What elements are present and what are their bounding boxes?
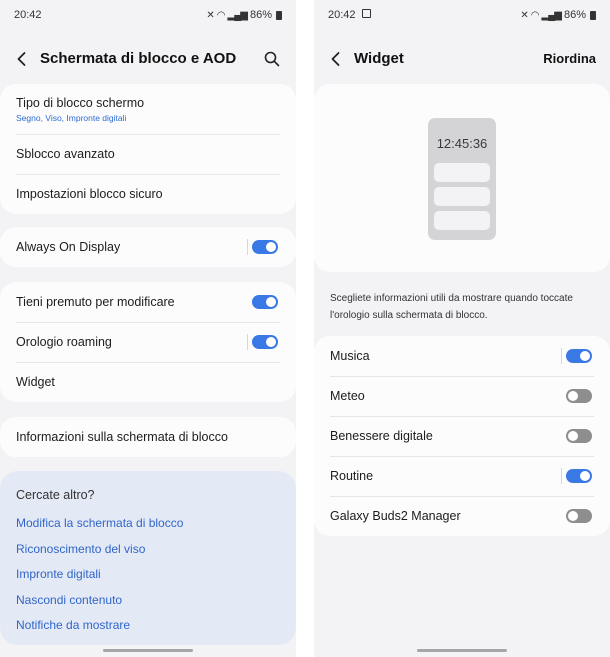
preview-clock: 12:45:36 — [436, 136, 488, 151]
lock-type-item[interactable]: Tipo di blocco schermo Segno, Viso, Impr… — [0, 84, 296, 134]
divider — [561, 348, 562, 364]
lock-settings-card: Tipo di blocco schermo Segno, Viso, Impr… — [0, 84, 296, 214]
lock-type-summary: Segno, Viso, Impronte digitali — [16, 112, 127, 123]
wifi-icon: ◠ — [530, 9, 540, 21]
secure-lock-settings-item[interactable]: Impostazioni blocco sicuro — [0, 174, 296, 214]
divider — [247, 239, 248, 255]
suggestion-link[interactable]: Modifica la schermata di blocco — [16, 511, 280, 537]
suggestions-card: Cercate altro? Modifica la schermata di … — [0, 471, 296, 645]
secure-lock-label: Impostazioni blocco sicuro — [16, 187, 163, 201]
about-lock-screen-item[interactable]: Informazioni sulla schermata di blocco — [0, 417, 296, 457]
widget-slot — [434, 163, 490, 182]
advanced-unlock-item[interactable]: Sblocco avanzato — [0, 134, 296, 174]
suggestions-heading: Cercate altro? — [16, 488, 95, 502]
battery-icon — [276, 10, 282, 20]
signal-icon: ▂▄▆ — [541, 9, 562, 21]
battery-percent: 86% — [563, 9, 586, 21]
phone-preview: 12:45:36 — [428, 118, 496, 240]
about-card: Informazioni sulla schermata di blocco — [0, 417, 296, 457]
advanced-unlock-label: Sblocco avanzato — [16, 147, 115, 161]
widget-slot — [434, 187, 490, 206]
roaming-clock-toggle[interactable] — [252, 335, 278, 349]
battery-icon — [590, 10, 596, 20]
widget-description: Scegliete informazioni utili da mostrare… — [330, 293, 573, 321]
back-arrow-icon[interactable] — [326, 49, 346, 69]
divider — [247, 334, 248, 350]
page-title: Widget — [354, 50, 404, 67]
wifi-icon: ◠ — [216, 9, 226, 21]
divider — [561, 468, 562, 484]
widget-settings-card: Tieni premuto per modificare Orologio ro… — [0, 282, 296, 402]
status-bar: 20:42 ✕ ◠ ▂▄▆ 86% — [314, 0, 610, 30]
widget-row-music[interactable]: Musica — [314, 336, 610, 376]
status-time: 20:42 — [328, 9, 356, 21]
roaming-clock-item[interactable]: Orologio roaming — [0, 322, 296, 362]
widget-label: Widget — [16, 375, 55, 389]
widget-row-buds[interactable]: Galaxy Buds2 Manager — [314, 496, 610, 536]
widget-slot — [434, 211, 490, 230]
aod-item[interactable]: Always On Display — [0, 227, 296, 267]
signal-icon: ▂▄▆ — [227, 9, 248, 21]
page-title: Schermata di blocco e AOD — [40, 50, 237, 67]
widget-settings-screen: 20:42 ✕ ◠ ▂▄▆ 86% Widget Riordina 12:45:… — [314, 0, 610, 657]
weather-toggle[interactable] — [566, 389, 592, 403]
battery-percent: 86% — [249, 9, 272, 21]
widget-item[interactable]: Widget — [0, 362, 296, 402]
gesture-bar[interactable] — [417, 649, 507, 652]
aod-toggle[interactable] — [252, 240, 278, 254]
widget-row-routine[interactable]: Routine — [314, 456, 610, 496]
about-lock-screen-label: Informazioni sulla schermata di blocco — [16, 430, 228, 444]
lock-type-label: Tipo di blocco schermo — [16, 95, 145, 110]
hold-to-edit-item[interactable]: Tieni premuto per modificare — [0, 282, 296, 322]
lock-screen-settings-screen: 20:42 ✕ ◠ ▂▄▆ 86% Schermata di blocco e … — [0, 0, 296, 657]
app-header: Widget Riordina — [314, 44, 610, 74]
music-toggle[interactable] — [566, 349, 592, 363]
widget-row-weather[interactable]: Meteo — [314, 376, 610, 416]
search-icon[interactable] — [262, 49, 282, 69]
status-bar: 20:42 ✕ ◠ ▂▄▆ 86% — [0, 0, 296, 30]
routine-toggle[interactable] — [566, 469, 592, 483]
buds-manager-toggle[interactable] — [566, 509, 592, 523]
reorder-button[interactable]: Riordina — [543, 51, 596, 66]
app-header: Schermata di blocco e AOD — [0, 44, 296, 74]
digital-wellbeing-toggle[interactable] — [566, 429, 592, 443]
widget-row-digital-wellbeing[interactable]: Benessere digitale — [314, 416, 610, 456]
mute-icon: ✕ — [206, 9, 214, 21]
gallery-notification-icon — [362, 9, 371, 18]
mute-icon: ✕ — [520, 9, 528, 21]
status-time: 20:42 — [14, 9, 42, 21]
aod-card: Always On Display — [0, 227, 296, 267]
suggestion-link[interactable]: Riconoscimento del viso — [16, 537, 280, 563]
suggestion-link[interactable]: Impronte digitali — [16, 562, 280, 588]
hold-to-edit-toggle[interactable] — [252, 295, 278, 309]
widget-list-card: Musica Meteo Benessere digitale Routine … — [314, 336, 610, 536]
gesture-bar[interactable] — [103, 649, 193, 652]
suggestion-link[interactable]: Nascondi contenuto — [16, 588, 280, 614]
back-arrow-icon[interactable] — [12, 49, 32, 69]
lock-screen-preview: 12:45:36 — [314, 84, 610, 272]
suggestion-link[interactable]: Notifiche da mostrare — [16, 613, 280, 639]
